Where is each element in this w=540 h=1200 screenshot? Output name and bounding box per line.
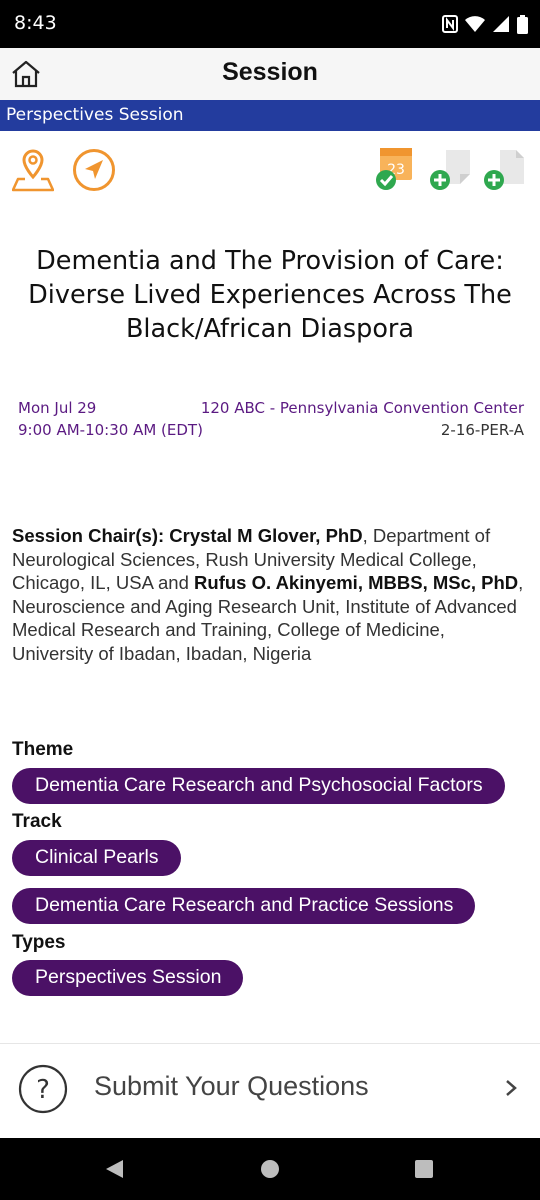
track-chip[interactable]: Dementia Care Research and Practice Sess… — [12, 888, 476, 924]
nfc-icon — [442, 15, 458, 33]
submit-questions-label: Submit Your Questions — [94, 1071, 369, 1101]
navigation-arrow-icon — [73, 149, 115, 191]
calendar-check-icon: 23 — [376, 148, 412, 190]
session-schedule: Mon Jul 29 120 ABC - Pennsylvania Conven… — [18, 397, 524, 441]
question-circle-icon: ? — [18, 1064, 68, 1114]
system-nav-bar — [0, 1138, 540, 1200]
recents-nav-icon[interactable] — [413, 1158, 435, 1180]
page-title: Session — [222, 58, 318, 86]
chevron-right-icon — [506, 1080, 517, 1096]
session-code: 2-16-PER-A — [440, 421, 524, 439]
session-title-line: Dementia and The Provision of Care: — [36, 246, 504, 276]
note-add-icon — [430, 150, 470, 190]
status-icons — [442, 12, 528, 36]
chair-name[interactable]: Crystal M Glover, PhD — [169, 525, 362, 546]
location-actions — [11, 148, 118, 194]
type-chip[interactable]: Perspectives Session — [12, 960, 244, 996]
battery-icon — [517, 14, 528, 34]
svg-text:?: ? — [36, 1075, 50, 1105]
session-location[interactable]: 120 ABC - Pennsylvania Convention Center — [201, 397, 524, 419]
back-nav-icon[interactable] — [103, 1158, 125, 1180]
add-to-calendar-button[interactable]: 23 — [374, 146, 420, 192]
session-actions: 23 — [374, 146, 528, 192]
session-chairs: Session Chair(s): Crystal M Glover, PhD,… — [12, 524, 526, 665]
track-label: Track — [12, 811, 62, 832]
session-time: 9:00 AM-10:30 AM (EDT) — [18, 421, 203, 439]
add-bookmark-button[interactable] — [482, 146, 528, 192]
status-bar: 8:43 — [0, 0, 540, 48]
theme-chip[interactable]: Dementia Care Research and Psychosocial … — [12, 768, 505, 804]
signal-icon — [493, 16, 509, 32]
types-label: Types — [12, 932, 66, 953]
session-date: Mon Jul 29 — [18, 399, 97, 417]
session-title-line: Black/African Diaspora — [125, 314, 415, 344]
theme-label: Theme — [12, 739, 74, 760]
submit-questions-row[interactable]: ? Submit Your Questions — [0, 1044, 540, 1132]
app-bar: Session — [0, 48, 540, 100]
status-time: 8:43 — [14, 12, 57, 34]
chair-name[interactable]: Rufus O. Akinyemi, MBBS, MSc, PhD — [194, 572, 518, 593]
wifi-icon — [465, 16, 485, 32]
add-note-button[interactable] — [428, 146, 474, 192]
document-add-icon — [484, 150, 524, 190]
session-title-line: Diverse Lived Experiences Across The — [28, 280, 512, 310]
session-title: Dementia and The Provision of Care: Dive… — [20, 244, 520, 346]
track-chip[interactable]: Clinical Pearls — [12, 840, 181, 876]
directions-button[interactable] — [72, 148, 118, 194]
map-location-button[interactable] — [11, 148, 58, 194]
home-nav-icon[interactable] — [259, 1158, 281, 1180]
session-category-bar: Perspectives Session — [0, 100, 540, 131]
chairs-label: Session Chair(s): — [12, 525, 165, 546]
map-pin-icon — [11, 149, 55, 192]
